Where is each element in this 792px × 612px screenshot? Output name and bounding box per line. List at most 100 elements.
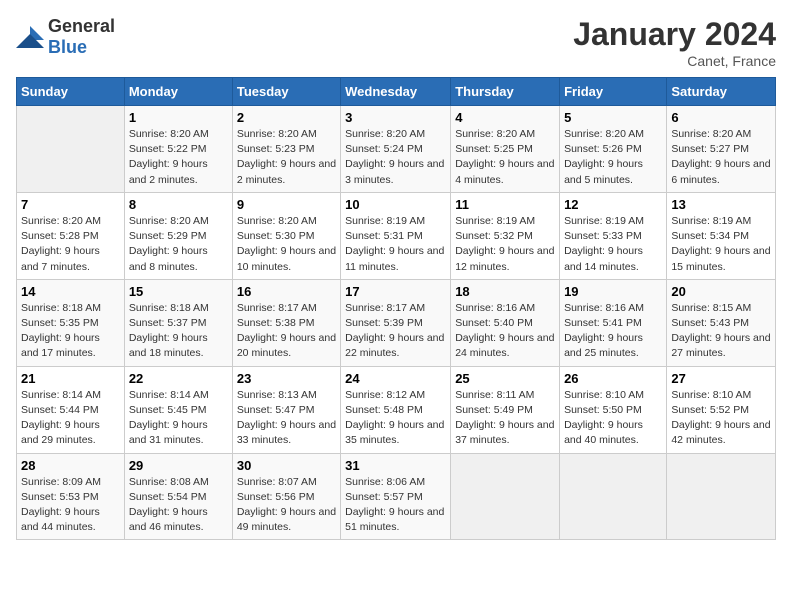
calendar-week-5: 28Sunrise: 8:09 AMSunset: 5:53 PMDayligh… [17, 453, 776, 540]
day-info: Sunrise: 8:07 AMSunset: 5:56 PMDaylight:… [237, 475, 336, 536]
day-number: 18 [455, 284, 555, 299]
title-area: January 2024 Canet, France [573, 16, 776, 69]
calendar-cell: 14 Sunrise: 8:18 AMSunset: 5:35 PMDayligh… [17, 279, 125, 366]
calendar-cell: 27Sunrise: 8:10 AMSunset: 5:52 PMDayligh… [667, 366, 776, 453]
calendar-cell [667, 453, 776, 540]
day-number: 8 [129, 197, 228, 212]
calendar-cell: 12 Sunrise: 8:19 AMSunset: 5:33 PMDayligh… [560, 192, 667, 279]
calendar-cell [560, 453, 667, 540]
day-info: Sunrise: 8:20 AMSunset: 5:25 PMDaylight:… [455, 127, 555, 188]
calendar-week-3: 14 Sunrise: 8:18 AMSunset: 5:35 PMDayligh… [17, 279, 776, 366]
day-number: 27 [671, 371, 771, 386]
header-sunday: Sunday [17, 78, 125, 106]
day-number: 25 [455, 371, 555, 386]
logo-general: General [48, 16, 115, 36]
calendar-cell: 29Sunrise: 8:08 AMSunset: 5:54 PMDayligh… [124, 453, 232, 540]
calendar-cell: 6Sunrise: 8:20 AMSunset: 5:27 PMDaylight… [667, 106, 776, 193]
logo-icon [16, 26, 44, 48]
calendar-cell: 4 Sunrise: 8:20 AMSunset: 5:25 PMDaylight… [451, 106, 560, 193]
main-title: January 2024 [573, 16, 776, 53]
day-number: 1 [129, 110, 228, 125]
day-info: Sunrise: 8:19 AMSunset: 5:31 PMDaylight:… [345, 214, 446, 275]
header-tuesday: Tuesday [232, 78, 340, 106]
day-number: 21 [21, 371, 120, 386]
calendar-cell: 13 Sunrise: 8:19 AMSunset: 5:34 PMDayligh… [667, 192, 776, 279]
calendar-week-4: 21 Sunrise: 8:14 AMSunset: 5:44 PMDayligh… [17, 366, 776, 453]
day-info: Sunrise: 8:16 AMSunset: 5:41 PMDaylight:… [564, 301, 662, 362]
day-number: 12 [564, 197, 662, 212]
calendar-cell: 19 Sunrise: 8:16 AMSunset: 5:41 PMDayligh… [560, 279, 667, 366]
day-info: Sunrise: 8:20 AMSunset: 5:24 PMDaylight:… [345, 127, 446, 188]
logo-text: General Blue [48, 16, 115, 58]
day-number: 22 [129, 371, 228, 386]
day-info: Sunrise: 8:10 AMSunset: 5:50 PMDaylight:… [564, 388, 662, 449]
day-number: 19 [564, 284, 662, 299]
calendar-cell: 5 Sunrise: 8:20 AMSunset: 5:26 PMDaylight… [560, 106, 667, 193]
calendar-cell: 22 Sunrise: 8:14 AMSunset: 5:45 PMDayligh… [124, 366, 232, 453]
day-info: Sunrise: 8:12 AMSunset: 5:48 PMDaylight:… [345, 388, 446, 449]
day-number: 5 [564, 110, 662, 125]
calendar-cell: 31Sunrise: 8:06 AMSunset: 5:57 PMDayligh… [341, 453, 451, 540]
logo: General Blue [16, 16, 115, 58]
day-number: 9 [237, 197, 336, 212]
day-number: 4 [455, 110, 555, 125]
calendar-cell: 10 Sunrise: 8:19 AMSunset: 5:31 PMDayligh… [341, 192, 451, 279]
header-row: Sunday Monday Tuesday Wednesday Thursday… [17, 78, 776, 106]
day-info: Sunrise: 8:20 AMSunset: 5:29 PMDaylight:… [129, 214, 228, 275]
calendar-cell: 7Sunrise: 8:20 AMSunset: 5:28 PMDaylight… [17, 192, 125, 279]
day-info: Sunrise: 8:19 AMSunset: 5:34 PMDaylight:… [671, 214, 771, 275]
day-info: Sunrise: 8:20 AMSunset: 5:23 PMDaylight:… [237, 127, 336, 188]
calendar-cell: 23Sunrise: 8:13 AMSunset: 5:47 PMDayligh… [232, 366, 340, 453]
day-info: Sunrise: 8:18 AMSunset: 5:37 PMDaylight:… [129, 301, 228, 362]
calendar-cell: 26 Sunrise: 8:10 AMSunset: 5:50 PMDayligh… [560, 366, 667, 453]
calendar-cell: 2 Sunrise: 8:20 AMSunset: 5:23 PMDaylight… [232, 106, 340, 193]
calendar-cell [451, 453, 560, 540]
calendar-cell: 1 Sunrise: 8:20 AMSunset: 5:22 PMDaylight… [124, 106, 232, 193]
day-info: Sunrise: 8:20 AMSunset: 5:28 PMDaylight:… [21, 214, 120, 275]
day-number: 11 [455, 197, 555, 212]
day-number: 26 [564, 371, 662, 386]
calendar-cell: 15 Sunrise: 8:18 AMSunset: 5:37 PMDayligh… [124, 279, 232, 366]
day-info: Sunrise: 8:17 AMSunset: 5:39 PMDaylight:… [345, 301, 446, 362]
day-number: 13 [671, 197, 771, 212]
calendar-cell: 18Sunrise: 8:16 AMSunset: 5:40 PMDayligh… [451, 279, 560, 366]
day-info: Sunrise: 8:20 AMSunset: 5:30 PMDaylight:… [237, 214, 336, 275]
header-wednesday: Wednesday [341, 78, 451, 106]
calendar-cell: 20Sunrise: 8:15 AMSunset: 5:43 PMDayligh… [667, 279, 776, 366]
day-info: Sunrise: 8:20 AMSunset: 5:26 PMDaylight:… [564, 127, 662, 188]
day-info: Sunrise: 8:19 AMSunset: 5:33 PMDaylight:… [564, 214, 662, 275]
day-info: Sunrise: 8:14 AMSunset: 5:45 PMDaylight:… [129, 388, 228, 449]
calendar-cell: 21 Sunrise: 8:14 AMSunset: 5:44 PMDayligh… [17, 366, 125, 453]
day-info: Sunrise: 8:08 AMSunset: 5:54 PMDaylight:… [129, 475, 228, 536]
day-number: 14 [21, 284, 120, 299]
day-info: Sunrise: 8:20 AMSunset: 5:22 PMDaylight:… [129, 127, 228, 188]
subtitle: Canet, France [573, 53, 776, 69]
calendar-week-1: 1 Sunrise: 8:20 AMSunset: 5:22 PMDaylight… [17, 106, 776, 193]
day-info: Sunrise: 8:13 AMSunset: 5:47 PMDaylight:… [237, 388, 336, 449]
logo-blue: Blue [48, 37, 87, 57]
header-saturday: Saturday [667, 78, 776, 106]
day-number: 24 [345, 371, 446, 386]
header-monday: Monday [124, 78, 232, 106]
calendar-cell: 9 Sunrise: 8:20 AMSunset: 5:30 PMDaylight… [232, 192, 340, 279]
calendar-cell: 3Sunrise: 8:20 AMSunset: 5:24 PMDaylight… [341, 106, 451, 193]
day-number: 17 [345, 284, 446, 299]
day-info: Sunrise: 8:18 AMSunset: 5:35 PMDaylight:… [21, 301, 120, 362]
header-thursday: Thursday [451, 78, 560, 106]
header: General Blue January 2024 Canet, France [16, 16, 776, 69]
day-info: Sunrise: 8:06 AMSunset: 5:57 PMDaylight:… [345, 475, 446, 536]
header-friday: Friday [560, 78, 667, 106]
day-number: 30 [237, 458, 336, 473]
calendar-table: Sunday Monday Tuesday Wednesday Thursday… [16, 77, 776, 540]
calendar-cell: 25 Sunrise: 8:11 AMSunset: 5:49 PMDayligh… [451, 366, 560, 453]
day-info: Sunrise: 8:20 AMSunset: 5:27 PMDaylight:… [671, 127, 771, 188]
day-info: Sunrise: 8:14 AMSunset: 5:44 PMDaylight:… [21, 388, 120, 449]
calendar-cell: 8 Sunrise: 8:20 AMSunset: 5:29 PMDaylight… [124, 192, 232, 279]
day-number: 10 [345, 197, 446, 212]
calendar-week-2: 7Sunrise: 8:20 AMSunset: 5:28 PMDaylight… [17, 192, 776, 279]
day-number: 15 [129, 284, 228, 299]
day-info: Sunrise: 8:11 AMSunset: 5:49 PMDaylight:… [455, 388, 555, 449]
calendar-cell: 16Sunrise: 8:17 AMSunset: 5:38 PMDayligh… [232, 279, 340, 366]
day-number: 2 [237, 110, 336, 125]
calendar-cell: 11Sunrise: 8:19 AMSunset: 5:32 PMDayligh… [451, 192, 560, 279]
